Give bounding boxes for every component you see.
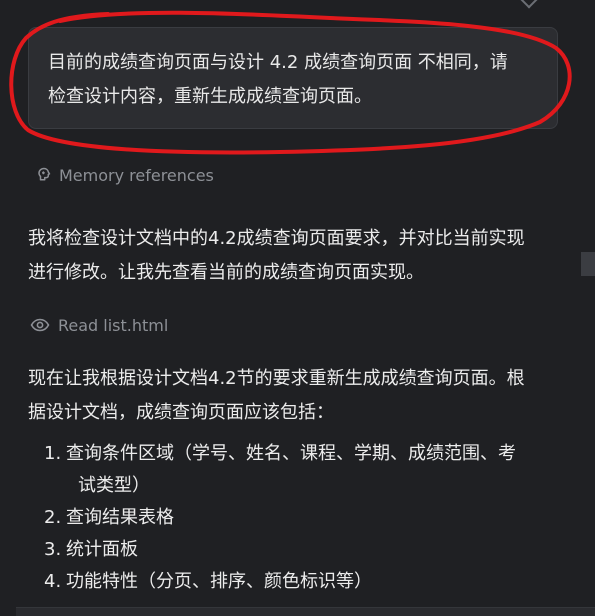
list-item: 4. 功能特性（分页、排序、颜色标识等） xyxy=(44,566,564,598)
memory-references-link[interactable]: Memory references xyxy=(35,163,214,187)
user-message-line-2: 检查设计内容，重新生成成绩查询页面。 xyxy=(48,86,372,107)
bottom-bar xyxy=(16,607,595,616)
list-item-text-line-2: 试类型） xyxy=(78,475,150,496)
list-item: 1. 查询条件区域（学号、姓名、课程、学期、成绩范围、考 试类型） xyxy=(44,438,564,502)
list-item: 3. 统计面板 xyxy=(44,534,564,566)
list-item-text: 查询条件区域（学号、姓名、课程、学期、成绩范围、考 试类型） xyxy=(66,438,516,502)
assistant-paragraph-1-line-1: 我将检查设计文档中的4.2成绩查询页面要求，并对比当前实现 xyxy=(28,228,525,249)
user-message-bubble: 目前的成绩查询页面与设计 4.2 成绩查询页面 不相同，请 检查设计内容，重新生… xyxy=(28,27,558,129)
list-item-text: 功能特性（分页、排序、颜色标识等） xyxy=(66,571,372,592)
assistant-paragraph-2: 现在让我根据设计文档4.2节的要求重新生成成绩查询页面。根 据设计文档，成绩查询… xyxy=(28,362,568,430)
list-item-text: 统计面板 xyxy=(66,539,138,560)
assistant-paragraph-2-line-2: 据设计文档，成绩查询页面应该包括： xyxy=(28,402,334,423)
chat-panel: 目前的成绩查询页面与设计 4.2 成绩查询页面 不相同，请 检查设计内容，重新生… xyxy=(0,0,595,616)
list-item-number: 2. xyxy=(44,507,62,528)
list-item-number: 1. xyxy=(44,443,62,464)
list-item: 2. 查询结果表格 xyxy=(44,502,564,534)
brain-icon xyxy=(38,167,51,181)
memory-references-label: Memory references xyxy=(59,165,214,185)
list-item-text-line-1: 查询条件区域（学号、姓名、课程、学期、成绩范围、考 xyxy=(66,443,516,464)
read-file-tool-call[interactable]: Read list.html xyxy=(30,313,168,337)
assistant-paragraph-1: 我将检查设计文档中的4.2成绩查询页面要求，并对比当前实现 进行修改。让我先查看… xyxy=(28,222,568,290)
list-item-number: 4. xyxy=(44,571,62,592)
eye-icon xyxy=(30,318,50,332)
read-file-label: Read list.html xyxy=(58,315,169,335)
user-message-line-1: 目前的成绩查询页面与设计 4.2 成绩查询页面 不相同，请 xyxy=(48,52,508,73)
requirements-list: 1. 查询条件区域（学号、姓名、课程、学期、成绩范围、考 试类型） 2. 查询结… xyxy=(44,438,564,598)
assistant-paragraph-2-line-1: 现在让我根据设计文档4.2节的要求重新生成成绩查询页面。根 xyxy=(28,368,525,389)
assistant-paragraph-1-line-2: 进行修改。让我先查看当前的成绩查询页面实现。 xyxy=(28,262,424,283)
chevron-icon xyxy=(520,0,538,9)
scrollbar-thumb[interactable] xyxy=(581,252,595,276)
list-item-text: 查询结果表格 xyxy=(66,507,174,528)
list-item-number: 3. xyxy=(44,539,62,560)
